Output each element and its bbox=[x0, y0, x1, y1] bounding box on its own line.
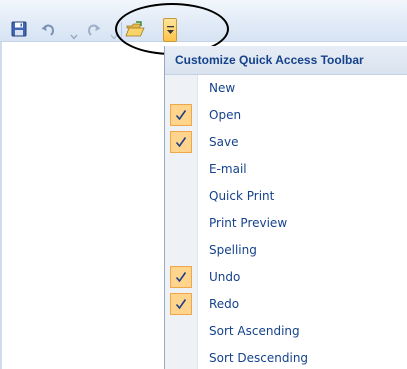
menu-item-spelling[interactable]: Spelling bbox=[165, 237, 407, 264]
menu-item-label: Print Preview bbox=[209, 216, 288, 230]
menu-item-label: Sort Ascending bbox=[209, 324, 300, 338]
checkmark-icon bbox=[170, 131, 192, 153]
redo-icon[interactable] bbox=[86, 22, 104, 40]
window-edge bbox=[0, 42, 2, 369]
open-folder-icon[interactable] bbox=[125, 20, 145, 40]
menu-item-print-preview[interactable]: Print Preview bbox=[165, 210, 407, 237]
menu-item-label: E-mail bbox=[209, 162, 247, 176]
customize-toolbar-button[interactable] bbox=[163, 18, 177, 42]
redo-chevron-down-icon[interactable] bbox=[110, 26, 118, 40]
menu-item-save[interactable]: Save bbox=[165, 129, 407, 156]
menu-title-bar: Customize Quick Access Toolbar bbox=[165, 46, 407, 75]
undo-icon[interactable] bbox=[40, 22, 58, 40]
menu-item-label: Undo bbox=[209, 270, 241, 284]
menu-item-label: Spelling bbox=[209, 243, 257, 257]
menu-item-sort-descending[interactable]: Sort Descending bbox=[165, 345, 407, 369]
customize-toolbar-menu: Customize Quick Access Toolbar New Open … bbox=[164, 46, 407, 369]
toolbar-separator bbox=[121, 22, 122, 38]
menu-item-new[interactable]: New bbox=[165, 75, 407, 102]
toolbar-divider bbox=[0, 41, 407, 42]
checkmark-icon bbox=[170, 293, 192, 315]
save-icon[interactable] bbox=[11, 21, 29, 39]
app-window: Customize Quick Access Toolbar New Open … bbox=[0, 0, 407, 369]
menu-title: Customize Quick Access Toolbar bbox=[175, 53, 364, 67]
checkmark-icon bbox=[170, 104, 192, 126]
menu-item-label: New bbox=[209, 81, 236, 95]
menu-item-label: Sort Descending bbox=[209, 351, 309, 365]
menu-item-label: Quick Print bbox=[209, 189, 275, 203]
menu-item-redo[interactable]: Redo bbox=[165, 291, 407, 318]
menu-item-label: Open bbox=[209, 108, 242, 122]
checkmark-icon bbox=[170, 266, 192, 288]
undo-chevron-down-icon[interactable] bbox=[70, 26, 78, 40]
quick-access-toolbar bbox=[0, 0, 407, 42]
menu-item-sort-ascending[interactable]: Sort Ascending bbox=[165, 318, 407, 345]
menu-item-undo[interactable]: Undo bbox=[165, 264, 407, 291]
menu-item-quick-print[interactable]: Quick Print bbox=[165, 183, 407, 210]
menu-item-label: Save bbox=[209, 135, 239, 149]
menu-item-open[interactable]: Open bbox=[165, 102, 407, 129]
chevron-down-icon bbox=[167, 26, 174, 34]
menu-item-label: Redo bbox=[209, 297, 240, 311]
menu-item-email[interactable]: E-mail bbox=[165, 156, 407, 183]
